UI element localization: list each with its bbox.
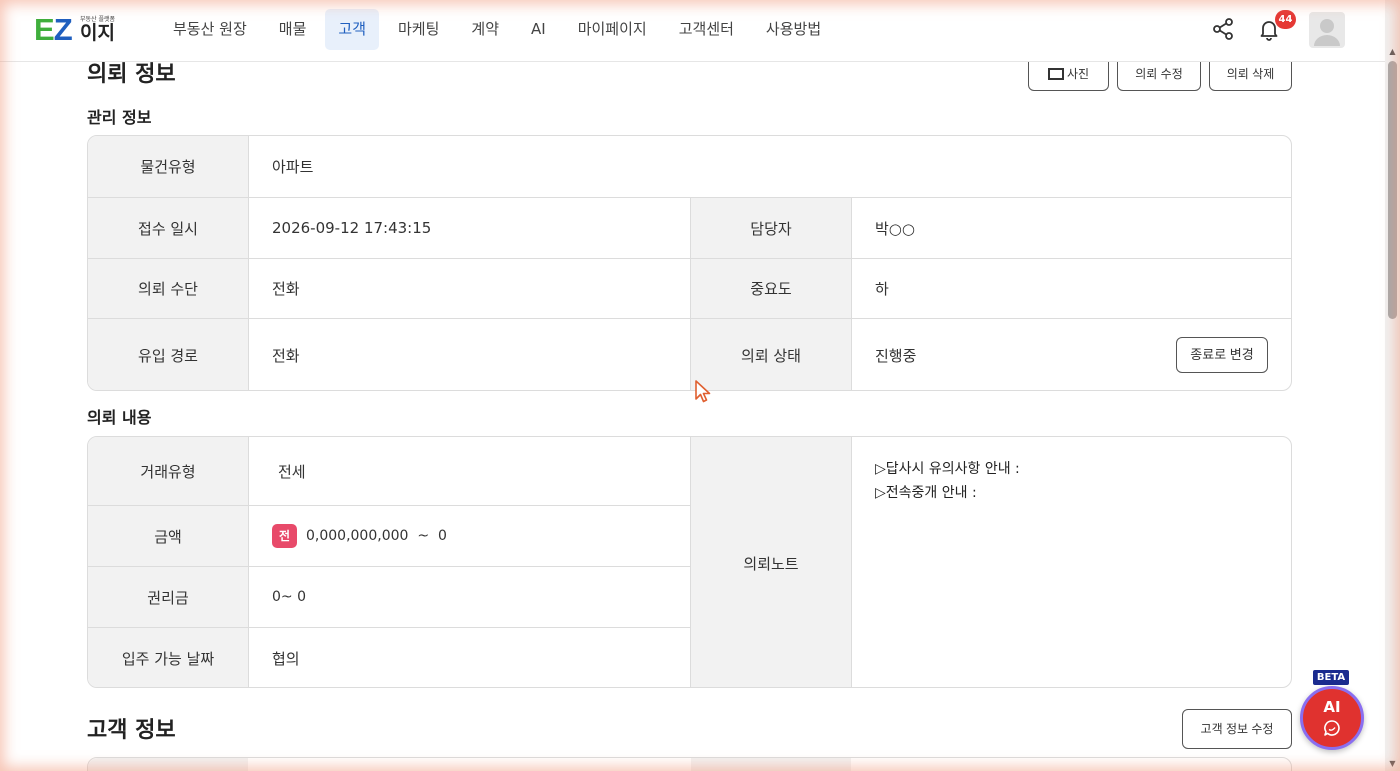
- customer-info-card: [87, 757, 1292, 771]
- management-info-title: 관리 정보: [87, 108, 152, 127]
- request-content-title: 의뢰 내용: [87, 408, 152, 427]
- main-nav: 부동산 원장 매물 고객 마케팅 계약 AI 마이페이지 고객센터 사용방법: [160, 9, 840, 50]
- amount-label: 금액: [88, 506, 248, 566]
- method-value: 전화: [272, 280, 300, 298]
- status-label: 의뢰 상태: [691, 319, 851, 390]
- change-to-ended-button[interactable]: 종료로 변경: [1176, 337, 1268, 373]
- customer-label-cell: [691, 758, 851, 771]
- photo-icon: [1047, 68, 1064, 81]
- mouse-cursor-icon: [695, 380, 711, 403]
- nav-customers[interactable]: 고객: [325, 9, 379, 50]
- user-avatar-icon: [1314, 19, 1340, 46]
- nav-ai[interactable]: AI: [518, 9, 559, 50]
- deal-type-label: 거래유형: [88, 437, 248, 505]
- manager-value: 박○○: [875, 219, 915, 238]
- status-value: 진행중: [875, 347, 917, 365]
- management-info-card: 물건유형 아파트 접수 일시 2026-09-12 17:43:15 담당자 박…: [87, 135, 1292, 391]
- amount-range: 0,000,000,000 ~ 0: [306, 528, 447, 544]
- customer-info-title: 고객 정보: [87, 718, 176, 743]
- channel-value: 전화: [272, 347, 300, 365]
- logo-name: 이지: [80, 22, 115, 44]
- importance-value: 하: [875, 280, 889, 298]
- nav-ledger[interactable]: 부동산 원장: [160, 9, 260, 50]
- received-at-value: 2026-09-12 17:43:15: [272, 219, 432, 237]
- nav-howto[interactable]: 사용방법: [753, 9, 834, 50]
- scroll-up-icon[interactable]: ▲: [1385, 44, 1400, 59]
- scroll-down-icon[interactable]: ▼: [1385, 756, 1400, 771]
- property-type-value: 아파트: [272, 158, 314, 176]
- received-at-label: 접수 일시: [88, 198, 248, 258]
- beta-badge: BETA: [1313, 670, 1349, 685]
- move-in-value: 협의: [272, 650, 300, 668]
- customer-label-cell: [88, 758, 248, 771]
- request-content-card: 거래유형 전세 금액 전 0,000,000,000 ~ 0 권리금 0~ 0 …: [87, 436, 1292, 688]
- nav-support[interactable]: 고객센터: [666, 9, 747, 50]
- chat-bubble-icon: [1324, 720, 1340, 736]
- request-note-label: 의뢰노트: [691, 437, 851, 687]
- main-content: 의뢰 정보 사진 의뢰 수정 의뢰 삭제 관리 정보 물건유형 아파트 접수 일…: [0, 0, 1385, 771]
- top-navigation-bar: EZ 부동산 플랫폼 이지 부동산 원장 매물 고객 마케팅 계약 AI 마이페…: [0, 0, 1385, 62]
- ai-assistant-button[interactable]: AI: [1300, 686, 1364, 750]
- request-note-content: ▷답사시 유의사항 안내 : ▷전속중개 안내 :: [875, 457, 1020, 505]
- property-type-label: 물건유형: [88, 136, 248, 197]
- notification-badge: 44: [1275, 10, 1296, 29]
- premium-value: 0~ 0: [272, 589, 306, 605]
- nav-listings[interactable]: 매물: [266, 9, 320, 50]
- amount-value: 전 0,000,000,000 ~ 0: [248, 506, 690, 566]
- jeonse-tag: 전: [272, 524, 297, 548]
- note-line: ▷답사시 유의사항 안내 :: [875, 461, 1020, 477]
- nav-mypage[interactable]: 마이페이지: [565, 9, 660, 50]
- method-label: 의뢰 수단: [88, 259, 248, 318]
- logo-mark: EZ: [34, 12, 73, 47]
- nav-marketing[interactable]: 마케팅: [385, 9, 452, 50]
- share-icon[interactable]: [1211, 17, 1235, 41]
- note-line: ▷전속중개 안내 :: [875, 485, 977, 501]
- ai-label: AI: [1323, 698, 1341, 716]
- importance-label: 중요도: [691, 259, 851, 318]
- edit-customer-button[interactable]: 고객 정보 수정: [1182, 709, 1292, 749]
- channel-label: 유입 경로: [88, 319, 248, 390]
- manager-label: 담당자: [691, 198, 851, 258]
- deal-type-value: 전세: [278, 462, 306, 481]
- scroll-thumb[interactable]: [1388, 61, 1397, 319]
- move-in-label: 입주 가능 날짜: [88, 628, 248, 687]
- vertical-scrollbar[interactable]: ▲ ▼: [1385, 0, 1400, 771]
- avatar[interactable]: [1309, 12, 1345, 48]
- premium-label: 권리금: [88, 567, 248, 627]
- nav-contracts[interactable]: 계약: [458, 9, 512, 50]
- ez-logo[interactable]: EZ 부동산 플랫폼 이지: [34, 14, 124, 46]
